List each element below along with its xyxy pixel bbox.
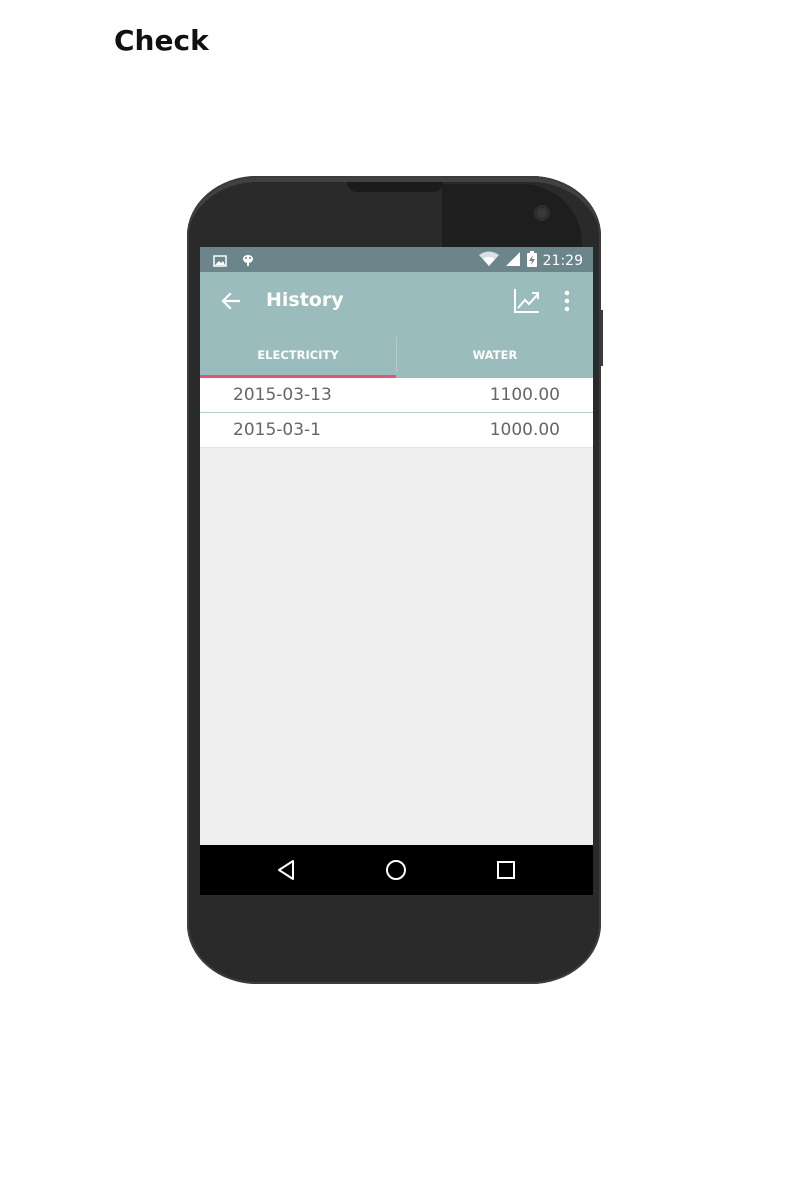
wifi-icon (478, 251, 499, 271)
history-date: 2015-03-1 (233, 420, 321, 440)
history-list: 2015-03-13 1100.00 2015-03-1 1000.00 (200, 378, 593, 448)
tab-bar: ELECTRICITY WATER (200, 331, 593, 378)
history-row[interactable]: 2015-03-1 1000.00 (200, 413, 593, 448)
more-vert-icon (564, 290, 570, 312)
history-date: 2015-03-13 (233, 385, 332, 405)
history-value: 1100.00 (489, 385, 560, 405)
back-triangle-icon (278, 860, 294, 880)
device-screen: 21:29 History ELECTRICITY WATER 2015-03-… (200, 247, 593, 895)
status-clock: 21:29 (542, 253, 583, 269)
app-bar: History ELECTRICITY WATER (200, 272, 593, 378)
status-bar: 21:29 (200, 247, 593, 272)
nav-back-button[interactable] (275, 858, 299, 882)
home-circle-icon (386, 860, 406, 880)
image-icon (213, 252, 227, 271)
android-debug-icon (241, 252, 255, 271)
recents-square-icon (497, 861, 515, 879)
chart-icon (514, 289, 539, 313)
tab-water[interactable]: WATER (397, 331, 593, 378)
navigation-bar (200, 845, 593, 895)
phone-side-button (599, 310, 603, 366)
phone-speaker (347, 182, 443, 192)
front-camera (534, 205, 550, 221)
arrow-left-icon (221, 292, 241, 310)
page-heading: Check (114, 24, 209, 57)
nav-home-button[interactable] (384, 858, 408, 882)
battery-charging-icon (526, 251, 537, 271)
history-row[interactable]: 2015-03-13 1100.00 (200, 378, 593, 413)
history-value: 1000.00 (489, 420, 560, 440)
tab-electricity[interactable]: ELECTRICITY (200, 331, 396, 378)
signal-icon (505, 251, 521, 271)
page-title: History (266, 289, 344, 311)
nav-recents-button[interactable] (494, 858, 518, 882)
back-button[interactable] (218, 288, 244, 314)
chart-button[interactable] (512, 286, 542, 316)
phone-gloss (442, 184, 582, 248)
overflow-menu-button[interactable] (557, 288, 577, 314)
